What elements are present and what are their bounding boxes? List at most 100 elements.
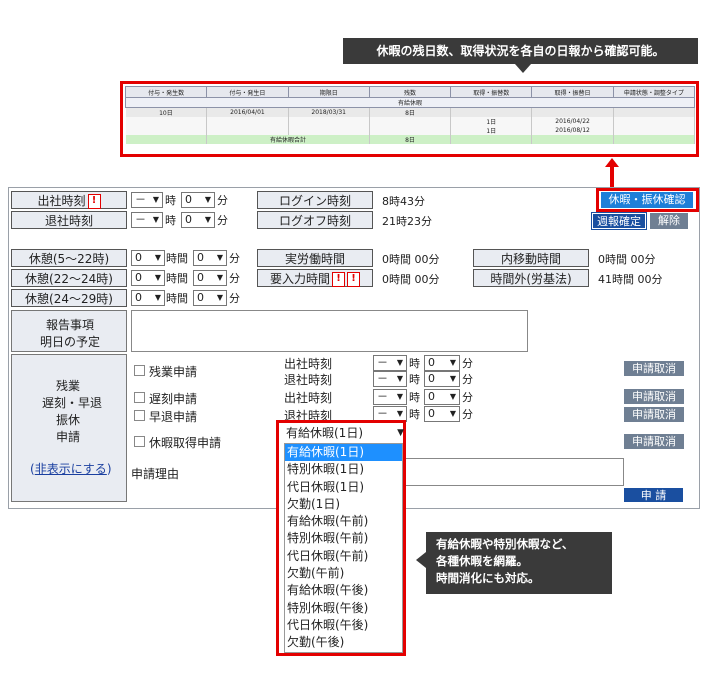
- start-time-text: 出社時刻: [37, 194, 86, 208]
- header-expiry: 期限日: [287, 86, 370, 98]
- option[interactable]: 有給休暇(午前): [285, 513, 402, 530]
- option[interactable]: 欠勤(午前): [285, 565, 402, 582]
- hours-unit: 時間: [166, 252, 188, 265]
- select-value: －: [377, 407, 388, 420]
- break1-hour-select[interactable]: 0 ▼: [131, 250, 165, 266]
- release-button[interactable]: 解除: [650, 213, 688, 229]
- chevron-down-icon: ▼: [396, 409, 403, 418]
- week-confirm-button[interactable]: 週報確定: [591, 212, 647, 230]
- overtime-law-label: 時間外(労基法): [473, 269, 589, 287]
- cancel-late-button[interactable]: 申請取消: [624, 389, 684, 404]
- start-hour-select[interactable]: － ▼: [131, 192, 163, 208]
- leave-request-label: 休暇取得申請: [149, 436, 222, 450]
- option[interactable]: 特別休暇(1日): [285, 461, 402, 478]
- cell: [613, 107, 696, 117]
- report-textarea[interactable]: [131, 310, 528, 352]
- apply-button[interactable]: 申 請: [624, 488, 683, 502]
- option[interactable]: 特別休暇(午前): [285, 530, 402, 547]
- cell: 2016/04/01: [206, 107, 289, 117]
- chevron-down-icon: ▼: [216, 273, 223, 282]
- cell: [288, 126, 370, 135]
- minute-unit: 分: [229, 292, 240, 305]
- cell: [531, 135, 614, 144]
- minute-unit: 分: [229, 252, 240, 265]
- break3-hour-select[interactable]: 0 ▼: [131, 290, 165, 306]
- reason-textarea[interactable]: [404, 458, 624, 486]
- late-minute[interactable]: 0 ▼: [424, 389, 460, 405]
- chevron-down-icon: ▼: [449, 409, 456, 418]
- bottom-callout: 有給休暇や特別休暇など、 各種休暇を網羅。 時間消化にも対応。: [416, 532, 612, 594]
- select-value: 0: [185, 193, 192, 206]
- overtime-end-minute[interactable]: 0 ▼: [424, 371, 460, 387]
- hour-unit: 時: [409, 357, 420, 370]
- overtime-request-label: 残業申請: [149, 365, 198, 379]
- table-row: 10日 2016/04/01 2018/03/31 8日: [125, 107, 696, 117]
- leave-checkbox[interactable]: [134, 436, 145, 447]
- option[interactable]: 代日休暇(午後): [285, 617, 402, 634]
- end-hour-select[interactable]: － ▼: [131, 212, 163, 228]
- chevron-down-icon: ▼: [397, 428, 404, 438]
- total-label: 有給休暇合計: [206, 135, 370, 144]
- overtime-start-hour[interactable]: － ▼: [373, 355, 407, 371]
- break3-minute-select[interactable]: 0 ▼: [193, 290, 227, 306]
- break2-minute-select[interactable]: 0 ▼: [193, 270, 227, 286]
- minute-unit: 分: [462, 357, 473, 370]
- start-minute-select[interactable]: 0 ▼: [181, 192, 215, 208]
- select-value: －: [377, 390, 388, 403]
- select-value: 0: [428, 356, 435, 369]
- hours-unit: 時間: [166, 272, 188, 285]
- cancel-early-button[interactable]: 申請取消: [624, 407, 684, 422]
- cell: [125, 117, 208, 126]
- leave-type-dropdown[interactable]: 有給休暇(1日) ▼ 有給休暇(1日) 特別休暇(1日) 代日休暇(1日) 欠勤(…: [276, 420, 406, 656]
- cancel-overtime-button[interactable]: 申請取消: [624, 361, 684, 376]
- overtime-start-minute[interactable]: 0 ▼: [424, 355, 460, 371]
- select-value: －: [135, 213, 146, 226]
- overtime-checkbox[interactable]: [134, 365, 145, 376]
- request-line1: 残業: [56, 379, 81, 393]
- option[interactable]: 欠勤(1日): [285, 496, 402, 513]
- chevron-down-icon: ▼: [449, 374, 456, 383]
- cell: 2018/03/31: [288, 107, 370, 117]
- end-minute-select[interactable]: 0 ▼: [181, 212, 215, 228]
- early-checkbox[interactable]: [134, 410, 145, 421]
- option[interactable]: 有給休暇(1日): [285, 444, 402, 462]
- travel-time-label: 内移動時間: [473, 249, 589, 267]
- option[interactable]: 代日休暇(1日): [285, 479, 402, 496]
- header-grant-date: 付与・発生日: [206, 86, 289, 98]
- overtime-end-label: 退社時刻: [284, 373, 333, 387]
- cell: 10日: [125, 107, 208, 117]
- required-input-label: 要入力時間!!: [257, 269, 373, 287]
- chevron-down-icon: ▼: [154, 293, 161, 302]
- late-checkbox[interactable]: [134, 392, 145, 403]
- late-start-label: 出社時刻: [284, 391, 333, 405]
- callout-line: 時間消化にも対応。: [436, 571, 540, 585]
- break1-minute-select[interactable]: 0 ▼: [193, 250, 227, 266]
- select-value: 0: [197, 251, 204, 264]
- overtime-end-hour[interactable]: － ▼: [373, 371, 407, 387]
- cell: [450, 135, 533, 144]
- late-hour[interactable]: － ▼: [373, 389, 407, 405]
- request-line4: 申請: [56, 430, 81, 444]
- break1-label: 休憩(5〜22時): [11, 249, 127, 267]
- early-minute[interactable]: 0 ▼: [424, 406, 460, 422]
- option[interactable]: 有給休暇(午後): [285, 582, 402, 599]
- chevron-down-icon: ▼: [154, 253, 161, 262]
- leave-confirm-button[interactable]: 休暇・振休確認: [601, 192, 693, 208]
- hide-link[interactable]: 非表示にする: [35, 462, 107, 476]
- cell: [125, 135, 208, 144]
- required-input-value: 0時間 00分: [382, 273, 440, 286]
- break2-hour-select[interactable]: 0 ▼: [131, 270, 165, 286]
- total-value: 8日: [369, 135, 452, 144]
- minute-unit: 分: [229, 272, 240, 285]
- chevron-down-icon: ▼: [204, 215, 211, 224]
- option[interactable]: 代日休暇(午前): [285, 548, 402, 565]
- option[interactable]: 特別休暇(午後): [285, 600, 402, 617]
- cell: 1日: [450, 117, 533, 126]
- cancel-leave-button[interactable]: 申請取消: [624, 434, 684, 449]
- paren-close: ): [106, 462, 112, 476]
- actual-work-value: 0時間 00分: [382, 253, 440, 266]
- header-remaining: 残数: [368, 86, 452, 98]
- leave-type-current[interactable]: 有給休暇(1日) ▼: [284, 425, 404, 442]
- option[interactable]: 欠勤(午後): [285, 634, 402, 651]
- cell: [369, 117, 452, 126]
